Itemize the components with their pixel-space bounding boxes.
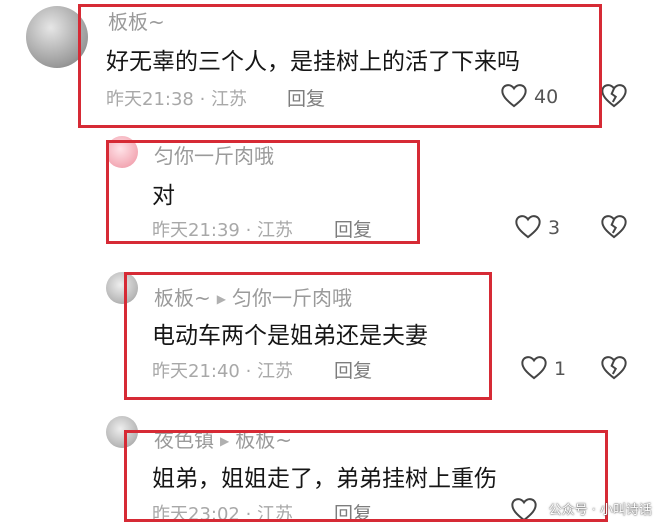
avatar[interactable] (106, 416, 138, 448)
avatar[interactable] (26, 6, 88, 68)
comment-meta: 昨天21:40 · 江苏 (152, 361, 294, 382)
reply-author[interactable]: 夜色镇 (154, 428, 214, 452)
avatar[interactable] (106, 272, 138, 304)
dislike-button[interactable] (600, 354, 628, 384)
comment-username: 夜色镇 ▶ 板板~ (154, 424, 292, 453)
reply-target[interactable]: 匀你一斤肉哦 (232, 286, 352, 310)
reply-button[interactable]: 回复 (287, 84, 325, 111)
like-button[interactable]: 1 (520, 354, 566, 384)
comment-text: 好无辜的三个人，是挂树上的活了下来吗 (106, 49, 520, 75)
reply-target[interactable]: 板板~ (235, 428, 292, 452)
avatar[interactable] (106, 136, 138, 168)
like-button[interactable]: 3 (514, 213, 560, 243)
like-count: 40 (534, 86, 559, 108)
broken-heart-icon (600, 84, 628, 112)
like-button[interactable]: 40 (500, 82, 558, 112)
comment-meta: 昨天21:38 · 江苏 (106, 89, 248, 110)
reply-arrow-icon: ▶ (216, 292, 226, 306)
watermark: 公众号 · 小叫诗话 (548, 503, 652, 518)
reply-author[interactable]: 板板~ (154, 286, 211, 310)
heart-icon (500, 82, 528, 112)
comment-username: 板板~ ▶ 匀你一斤肉哦 (154, 282, 352, 311)
comment-meta: 昨天23:02 · 江苏 (152, 504, 294, 525)
broken-heart-icon (600, 215, 628, 243)
broken-heart-icon (600, 356, 628, 384)
reply-button[interactable]: 回复 (334, 356, 372, 383)
heart-icon (520, 354, 548, 384)
reply-button[interactable]: 回复 (334, 215, 372, 242)
dislike-button[interactable] (600, 213, 628, 243)
comment-text: 对 (152, 183, 175, 209)
comment-text: 姐弟，姐姐走了，弟弟挂树上重伤 (152, 466, 497, 492)
heart-icon (514, 213, 542, 243)
like-count: 1 (554, 358, 567, 380)
comment-text: 电动车两个是姐弟还是夫妻 (152, 323, 428, 349)
reply-arrow-icon: ▶ (220, 434, 230, 448)
comment-username[interactable]: 板板~ (108, 6, 165, 35)
like-count: 3 (548, 217, 561, 239)
dislike-button[interactable] (600, 82, 628, 112)
comment-meta: 昨天21:39 · 江苏 (152, 220, 294, 241)
comment-username[interactable]: 匀你一斤肉哦 (154, 140, 274, 169)
